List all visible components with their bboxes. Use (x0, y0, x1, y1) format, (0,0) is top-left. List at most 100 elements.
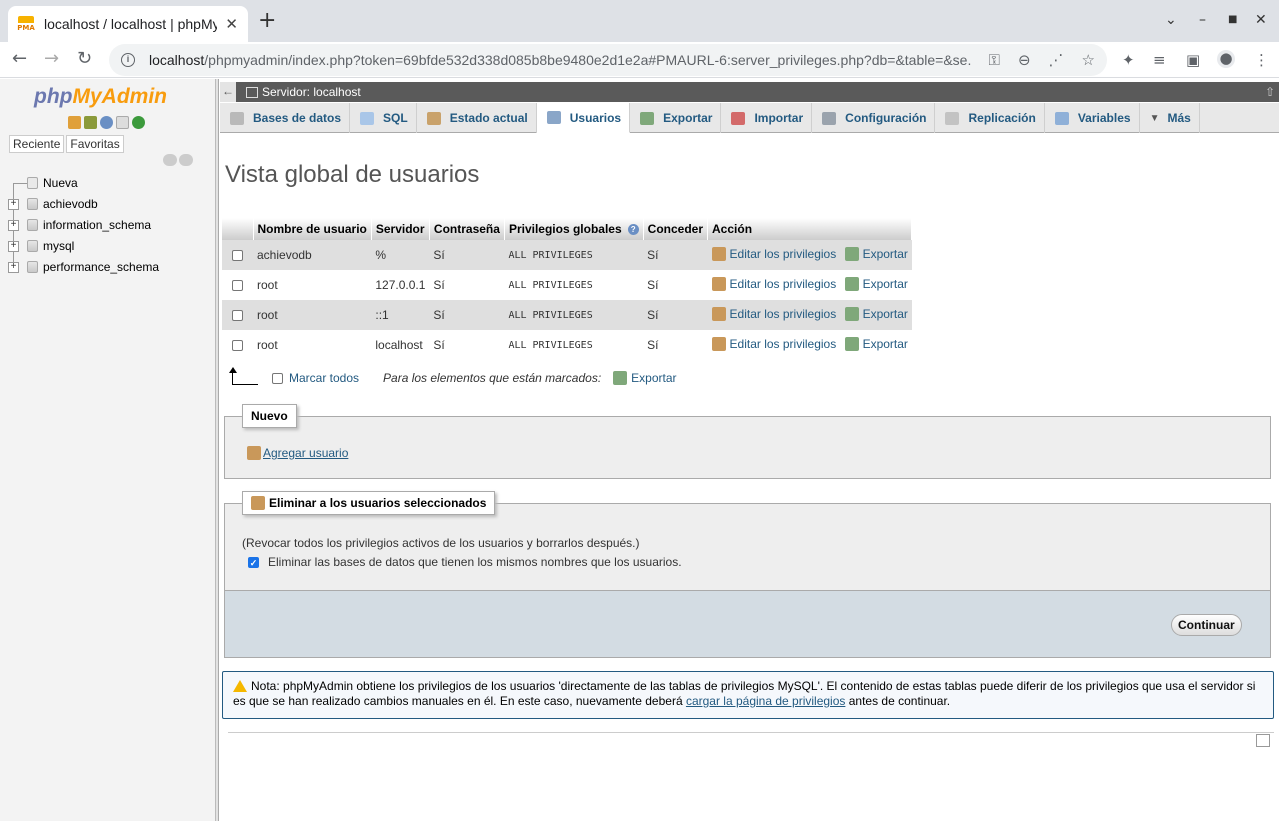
console-icon[interactable] (1256, 734, 1270, 747)
tab-databases[interactable]: Bases de datos (220, 103, 351, 133)
tab-replication[interactable]: Replicación (935, 103, 1045, 133)
reload-nav-icon[interactable] (132, 116, 145, 129)
add-user-link[interactable]: Agregar usuario (247, 446, 348, 460)
tree-item-performance-schema[interactable]: + performance_schema (0, 257, 210, 277)
edit-privileges-link[interactable]: Editar los privilegios (711, 276, 836, 291)
back-arrow-icon[interactable]: ← (220, 82, 236, 102)
logo-myadmin: MyAdmin (72, 85, 167, 108)
expand-icon[interactable]: + (8, 198, 19, 210)
nav-quick-icons (68, 116, 145, 129)
tab-settings[interactable]: Configuración (812, 103, 936, 133)
forward-icon[interactable]: → (44, 48, 59, 69)
tab-favorites[interactable]: Favoritas (66, 135, 124, 153)
database-icon (27, 219, 38, 231)
expand-icon[interactable]: + (8, 261, 19, 273)
tab-status[interactable]: Estado actual (417, 103, 537, 133)
tab-search-icon[interactable]: ⌄ (1165, 12, 1177, 28)
tree-item-information-schema[interactable]: + information_schema (0, 215, 210, 235)
row-checkbox[interactable] (232, 340, 243, 352)
browser-tab[interactable]: PMA localhost / localhost | phpMyAdmin ✕ (8, 6, 248, 42)
row-checkbox[interactable] (232, 280, 243, 292)
tab-users[interactable]: Usuarios (536, 103, 631, 133)
export-link[interactable]: Exportar (844, 246, 908, 261)
delete-description: (Revocar todos los privilegios activos d… (242, 536, 640, 550)
edit-privileges-link[interactable]: Editar los privilegios (711, 246, 836, 261)
tree-item-achievodb[interactable]: + achievodb (0, 194, 210, 214)
minimize-icon[interactable]: – (1199, 12, 1206, 28)
expand-icon[interactable]: + (8, 240, 19, 252)
zoom-icon[interactable]: ⊖ (1018, 51, 1031, 69)
cell-password: Sí (429, 330, 505, 360)
header-username[interactable]: Nombre de usuario (253, 218, 372, 240)
row-checkbox[interactable] (232, 310, 243, 322)
side-panel-icon[interactable]: ▣ (1186, 51, 1200, 69)
tab-variables[interactable]: Variables (1045, 103, 1140, 133)
edit-privileges-link[interactable]: Editar los privilegios (711, 336, 836, 351)
extensions-icon[interactable]: ✦ (1122, 51, 1135, 69)
continue-button[interactable]: Continuar (1171, 614, 1242, 636)
check-all-checkbox[interactable] (272, 372, 283, 384)
header-grant[interactable]: Conceder (643, 218, 709, 240)
header-host[interactable]: Servidor (371, 218, 430, 240)
site-info-icon[interactable]: i (121, 53, 135, 67)
cell-privileges: ALL PRIVILEGES (504, 270, 644, 300)
url-text[interactable]: localhost/phpmyadmin/index.php?token=69b… (149, 52, 971, 68)
tab-import[interactable]: Importar (721, 103, 813, 133)
add-user-icon (247, 446, 261, 460)
tab-recent[interactable]: Reciente (9, 135, 65, 153)
notice-text-end: antes de continuar. (845, 694, 951, 708)
collapse-top-icon[interactable]: ⇧ (1265, 85, 1275, 99)
export-selected-link[interactable]: Exportar (613, 371, 677, 385)
profile-avatar-icon[interactable]: ● (1217, 50, 1235, 68)
address-bar[interactable]: i localhost/phpmyadmin/index.php?token=6… (109, 44, 1107, 76)
reload-privileges-link[interactable]: cargar la página de privilegios (686, 694, 845, 708)
users-icon (546, 111, 561, 124)
tab-sql[interactable]: SQL (350, 103, 417, 133)
replication-icon (945, 111, 960, 125)
row-checkbox[interactable] (232, 250, 243, 262)
header-global-privileges[interactable]: Privilegios globales? (504, 218, 644, 240)
home-icon[interactable] (68, 116, 81, 129)
logout-icon[interactable] (84, 116, 97, 129)
table-row: achievodb % Sí ALL PRIVILEGES Sí Editar … (222, 240, 912, 270)
bookmark-star-icon[interactable]: ☆ (1082, 51, 1095, 69)
panel-resizer[interactable] (216, 79, 219, 821)
tree-item-mysql[interactable]: + mysql (0, 236, 210, 256)
media-icon[interactable]: ≡ (1153, 51, 1166, 69)
header-password[interactable]: Contraseña (429, 218, 505, 240)
close-tab-icon[interactable]: ✕ (225, 15, 238, 33)
phpmyadmin-logo[interactable]: phpMyAdmin (34, 85, 167, 109)
share-icon[interactable]: ⋰ (1049, 51, 1064, 69)
menu-kebab-icon[interactable]: ⋮ (1254, 51, 1269, 69)
expand-icon[interactable]: + (8, 219, 19, 231)
nav-tabs: Reciente Favoritas (9, 135, 124, 153)
new-tab-icon[interactable]: + (258, 10, 276, 32)
drop-db-label[interactable]: Eliminar las bases de datos que tienen l… (268, 555, 682, 569)
tree-item-new[interactable]: Nueva (0, 173, 210, 193)
link-with-main-icon[interactable] (179, 154, 193, 166)
tab-label: Importar (754, 111, 804, 125)
help-icon[interactable]: ? (627, 224, 639, 236)
tab-export[interactable]: Exportar (630, 103, 722, 133)
back-icon[interactable]: ← (12, 48, 27, 69)
export-link[interactable]: Exportar (844, 306, 908, 321)
new-user-fieldset (224, 416, 1271, 479)
window-close-icon[interactable]: ✕ (1255, 12, 1267, 28)
export-link[interactable]: Exportar (844, 336, 908, 351)
check-all-label[interactable]: Marcar todos (289, 371, 359, 385)
tab-more[interactable]: ▼ Más (1140, 103, 1200, 133)
cell-privileges: ALL PRIVILEGES (504, 240, 644, 270)
browser-tab-title: localhost / localhost | phpMyAdmin (44, 16, 218, 32)
tab-label: SQL (383, 111, 408, 125)
export-link[interactable]: Exportar (844, 276, 908, 291)
maximize-icon[interactable]: ■ (1228, 14, 1237, 25)
docs-icon[interactable] (116, 116, 129, 129)
drop-db-checkbox[interactable]: ✓ (248, 556, 259, 568)
help-icon[interactable] (100, 116, 113, 129)
key-icon[interactable]: ⚿ (989, 51, 1000, 69)
edit-privileges-link[interactable]: Editar los privilegios (711, 306, 836, 321)
table-header-row: Nombre de usuario Servidor Contraseña Pr… (222, 218, 913, 240)
collapse-all-icon[interactable] (163, 154, 177, 166)
server-label[interactable]: Servidor: localhost (262, 85, 361, 99)
reload-icon[interactable]: ↻ (77, 48, 92, 69)
